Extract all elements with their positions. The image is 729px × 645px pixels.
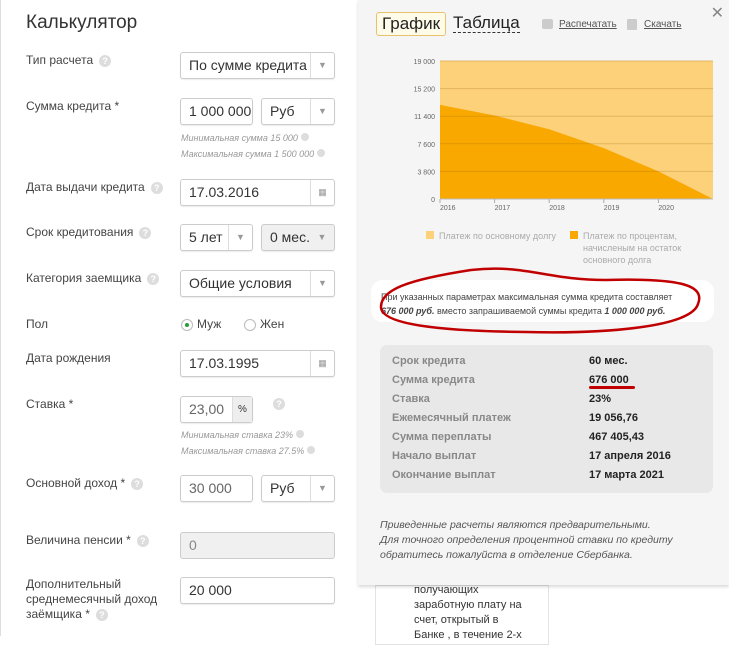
extra-income-label: Дополнительный среднемесячный доход заёмщи… <box>26 577 158 621</box>
summary-label: Срок кредита <box>392 355 466 367</box>
y-tick-label: 15 200 <box>414 87 436 94</box>
chevron-down-icon: ▼ <box>310 271 334 296</box>
amount-currency-select[interactable]: Руб ▼ <box>261 98 335 125</box>
help-icon[interactable] <box>307 446 316 454</box>
chevron-down-icon: ▼ <box>310 99 334 124</box>
help-icon[interactable]: ? <box>273 398 285 410</box>
calculator-title: Калькулятор <box>26 12 138 33</box>
pension-label: Величина пенсии *? <box>26 533 149 548</box>
calc-type-select[interactable]: По сумме кредита ▼ <box>180 52 335 79</box>
summary-box: Срок кредита 60 мес. Сумма кредита 676 000 С… <box>380 345 713 493</box>
red-underline-annotation <box>589 386 635 389</box>
y-tick-label: 19 000 <box>414 59 436 66</box>
income-currency-select[interactable]: Руб ▼ <box>261 475 335 502</box>
category-select[interactable]: Общие условия ▼ <box>180 270 335 297</box>
rate-label: Ставка * <box>26 397 74 411</box>
percent-addon: % <box>232 397 252 422</box>
calendar-icon[interactable]: ▦ <box>310 351 334 376</box>
help-icon[interactable]: ? <box>147 272 160 285</box>
summary-value: 19 056,76 <box>589 412 638 424</box>
summary-value: 467 405,43 <box>589 431 645 443</box>
help-icon[interactable]: ? <box>139 226 152 239</box>
summary-value: 60 мес. <box>589 355 628 367</box>
radio-checked[interactable] <box>181 318 193 331</box>
help-icon[interactable] <box>295 430 304 438</box>
summary-label: Сумма кредита <box>392 374 475 386</box>
chevron-down-icon: ▼ <box>310 476 334 501</box>
help-icon[interactable]: ? <box>99 54 112 67</box>
summary-value: 17 апреля 2016 <box>589 450 671 462</box>
gender-radio-male[interactable]: Муж <box>181 317 221 331</box>
summary-label: Сумма переплаты <box>392 431 492 443</box>
chevron-down-icon: ▼ <box>317 232 327 242</box>
income-label: Основной доход *? <box>26 476 144 491</box>
category-label: Категория заемщика? <box>26 271 160 286</box>
extra-income-input[interactable]: 20 000 <box>180 577 335 604</box>
amount-input[interactable]: 1 000 000 <box>180 98 253 125</box>
help-icon[interactable]: ? <box>136 534 149 547</box>
issue-date-input[interactable]: 17.03.2016 ▦ <box>180 179 335 206</box>
amount-label: Сумма кредита * <box>26 99 120 113</box>
calc-type-label: Тип расчета? <box>26 53 112 68</box>
summary-value: 676 000 <box>589 374 629 386</box>
results-panel: ✕ График Таблица Распечатать Скачать 03 … <box>358 0 729 585</box>
red-annotation-circle <box>379 267 701 334</box>
calculator-panel: Калькулятор Тип расчета? По сумме кредит… <box>0 0 358 636</box>
birth-date-input[interactable]: 17.03.1995 ▦ <box>180 350 335 377</box>
help-icon[interactable]: ? <box>131 477 144 490</box>
y-tick-label: 0 <box>431 197 435 204</box>
summary-label: Ставка <box>392 393 430 405</box>
amount-max-hint: Максимальная сумма 1 500 000 <box>181 149 326 159</box>
gender-radio-female[interactable]: Жен <box>244 317 284 331</box>
disclaimer: Приведенные расчеты являются предварител… <box>380 519 673 561</box>
legend-item-principal: Платеж по основному долгу <box>426 230 556 242</box>
y-tick-label: 3 800 <box>417 169 435 176</box>
legend-swatch <box>570 231 578 239</box>
birth-date-label: Дата рождения <box>26 351 111 365</box>
x-tick-label: 2019 <box>604 205 620 212</box>
income-input[interactable]: 30 000 <box>180 475 253 502</box>
y-tick-label: 11 400 <box>414 114 435 121</box>
summary-label: Окончание выплат <box>392 469 496 481</box>
payment-chart: 0 3 800 7 600 11 400 15 200 19 000 2016 2017 201… <box>414 59 713 212</box>
summary-value: 17 марта 2021 <box>589 469 665 481</box>
legend-swatch <box>426 231 434 239</box>
x-tick-label: 2016 <box>440 205 456 212</box>
radio-unchecked[interactable] <box>244 318 256 331</box>
help-icon[interactable]: ? <box>150 181 163 194</box>
promo-card: получающих заработную плату на счет, откры… <box>375 584 549 645</box>
term-months-select[interactable]: 0 мес. ▼ <box>261 224 335 251</box>
legend-item-interest: Платеж по процентам, начисленым на остат… <box>570 230 710 266</box>
rate-min-hint: Минимальная ставка 23% <box>181 430 304 440</box>
y-tick-label: 7 600 <box>417 142 435 149</box>
x-tick-label: 2017 <box>495 205 511 212</box>
rate-input[interactable]: 23,00% <box>180 396 253 423</box>
rate-max-hint: Максимальная ставка 27.5% <box>181 446 316 456</box>
summary-label: Начало выплат <box>392 450 477 462</box>
x-tick-label: 2018 <box>549 205 565 212</box>
summary-value: 23% <box>589 393 612 405</box>
help-icon[interactable] <box>300 133 309 141</box>
issue-date-label: Дата выдачи кредита? <box>26 180 163 195</box>
help-icon[interactable]: ? <box>95 608 108 621</box>
help-icon[interactable] <box>317 149 326 157</box>
chevron-down-icon: ▼ <box>228 225 252 250</box>
gender-label: Пол <box>26 317 49 331</box>
term-label: Срок кредитования? <box>26 225 152 240</box>
x-tick-label: 2020 <box>658 205 674 212</box>
chevron-down-icon: ▼ <box>310 53 334 78</box>
amount-min-hint: Минимальная сумма 15 000 <box>181 133 309 143</box>
term-years-select[interactable]: 5 лет ▼ <box>180 224 253 251</box>
calendar-icon[interactable]: ▦ <box>310 180 334 205</box>
summary-label: Ежемесячный платеж <box>392 412 511 424</box>
pension-input[interactable]: 0 <box>180 532 335 559</box>
